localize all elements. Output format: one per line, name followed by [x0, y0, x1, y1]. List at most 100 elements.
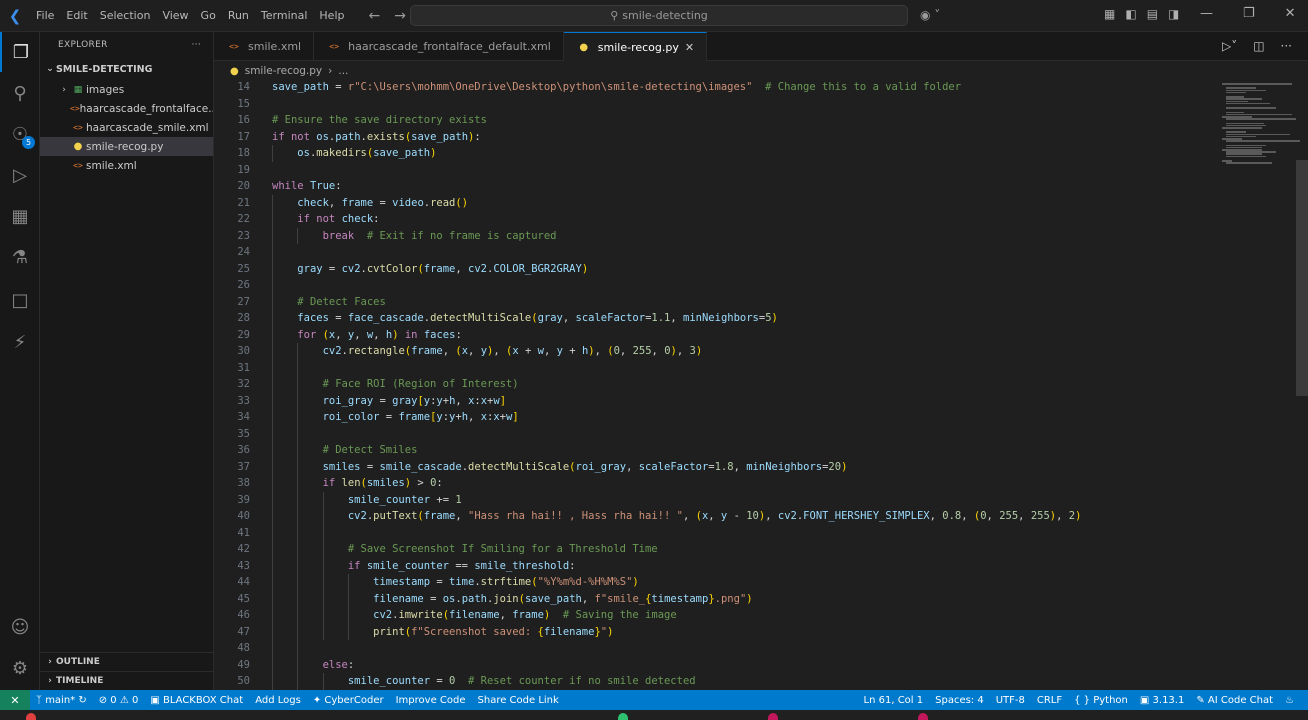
back-arrow-icon[interactable]: ←: [368, 8, 380, 24]
menu-run[interactable]: Run: [222, 9, 255, 22]
code-line[interactable]: 24: [214, 244, 1214, 261]
menu-help[interactable]: Help: [313, 9, 350, 22]
split-editor-icon[interactable]: ◫: [1253, 39, 1264, 53]
toggle-secondary-sidebar-icon[interactable]: ◨: [1168, 7, 1179, 21]
taskbar-app-icon[interactable]: [26, 713, 36, 720]
tab-haarcascade-frontalface[interactable]: <> haarcascade_frontalface_default.xml: [314, 32, 564, 61]
code-line[interactable]: 35: [214, 426, 1214, 443]
code-line[interactable]: 30 cv2.rectangle(frame, (x, y), (x + w, …: [214, 343, 1214, 360]
tab-smile-xml[interactable]: <> smile.xml: [214, 32, 315, 61]
add-logs-button[interactable]: Add Logs: [249, 695, 307, 706]
tree-item-haarcascade-smile[interactable]: <> haarcascade_smile.xml: [40, 118, 213, 137]
taskbar-app-icon[interactable]: [768, 713, 778, 720]
taskbar-app-icon[interactable]: [618, 713, 628, 720]
menu-go[interactable]: Go: [195, 9, 222, 22]
menu-terminal[interactable]: Terminal: [255, 9, 314, 22]
close-window-icon[interactable]: ✕: [1285, 6, 1296, 21]
git-branch[interactable]: ᛉ main* ↻: [30, 695, 93, 706]
code-line[interactable]: 41: [214, 525, 1214, 542]
restore-icon[interactable]: ❐: [1243, 6, 1255, 21]
code-line[interactable]: 21 check, frame = video.read(): [214, 195, 1214, 212]
code-line[interactable]: 37 smiles = smile_cascade.detectMultiSca…: [214, 459, 1214, 476]
menu-file[interactable]: File: [30, 9, 60, 22]
minimize-icon[interactable]: —: [1200, 6, 1213, 21]
run-debug-icon[interactable]: ▷: [0, 155, 40, 195]
share-code-link-button[interactable]: Share Code Link: [472, 695, 565, 706]
code-line[interactable]: 50 smile_counter = 0 # Reset counter if …: [214, 673, 1214, 690]
customize-layout-icon[interactable]: ▦: [1104, 7, 1115, 21]
python-interpreter[interactable]: ▣ 3.13.1: [1134, 695, 1190, 706]
code-line[interactable]: 36 # Detect Smiles: [214, 442, 1214, 459]
code-line[interactable]: 48: [214, 640, 1214, 657]
run-file-icon[interactable]: ▷˅: [1222, 39, 1237, 53]
code-line[interactable]: 33 roi_gray = gray[y:y+h, x:x+w]: [214, 393, 1214, 410]
forward-arrow-icon[interactable]: →: [394, 8, 406, 24]
problems-indicator[interactable]: ⊘ 0 ⚠ 0: [93, 695, 145, 706]
menu-edit[interactable]: Edit: [60, 9, 93, 22]
breadcrumb-file[interactable]: smile-recog.py: [245, 65, 322, 77]
tree-item-smile-recog[interactable]: ● smile-recog.py: [40, 137, 213, 156]
manage-gear-icon[interactable]: ⚙: [0, 648, 40, 688]
improve-code-button[interactable]: Improve Code: [390, 695, 472, 706]
code-line[interactable]: 31: [214, 360, 1214, 377]
ai-code-chat-button[interactable]: ✎ AI Code Chat: [1190, 695, 1279, 706]
code-editor[interactable]: 14 save_path = r"C:\Users\mohmm\OneDrive\…: [214, 79, 1308, 690]
indentation[interactable]: Spaces: 4: [929, 695, 990, 706]
code-line[interactable]: 20 while True:: [214, 178, 1214, 195]
code-line[interactable]: 38 if len(smiles) > 0:: [214, 475, 1214, 492]
encoding[interactable]: UTF-8: [990, 695, 1031, 706]
code-line[interactable]: 47 print(f"Screenshot saved: {filename}"…: [214, 624, 1214, 641]
code-line[interactable]: 16 # Ensure the save directory exists: [214, 112, 1214, 129]
code-line[interactable]: 44 timestamp = time.strftime("%Y%m%d-%H%…: [214, 574, 1214, 591]
code-line[interactable]: 45 filename = os.path.join(save_path, f"…: [214, 591, 1214, 608]
code-line[interactable]: 29 for (x, y, w, h) in faces:: [214, 327, 1214, 344]
extensions-icon[interactable]: ▦: [0, 196, 40, 236]
cybercoder-button[interactable]: ✦ CyberCoder: [307, 695, 390, 706]
copilot-icon[interactable]: ◉ ˅: [920, 8, 940, 22]
code-line[interactable]: 22 if not check:: [214, 211, 1214, 228]
editor-scrollbar[interactable]: [1296, 160, 1308, 396]
command-center-search[interactable]: ⚲ smile-detecting: [410, 5, 908, 26]
code-line[interactable]: 17 if not os.path.exists(save_path):: [214, 129, 1214, 146]
blackbox-chat-button[interactable]: ▣ BLACKBOX Chat: [144, 695, 249, 706]
code-line[interactable]: 15: [214, 96, 1214, 113]
tree-item-haarcascade-frontalface[interactable]: <> haarcascade_frontalface...: [40, 99, 213, 118]
source-control-icon[interactable]: ☉ 5: [0, 114, 40, 154]
tree-item-images[interactable]: › ▦ images: [40, 80, 213, 99]
minimap[interactable]: [1218, 79, 1300, 169]
code-line[interactable]: 49 else:: [214, 657, 1214, 674]
menu-view[interactable]: View: [156, 9, 194, 22]
outline-section[interactable]: › OUTLINE: [40, 652, 214, 671]
cursor-position[interactable]: Ln 61, Col 1: [858, 695, 930, 706]
code-line[interactable]: 18 os.makedirs(save_path): [214, 145, 1214, 162]
blackbox-icon[interactable]: ⚡: [0, 322, 40, 362]
explorer-icon[interactable]: ❐: [0, 32, 40, 72]
code-line[interactable]: 28 faces = face_cascade.detectMultiScale…: [214, 310, 1214, 327]
toggle-sidebar-icon[interactable]: ◧: [1125, 7, 1136, 21]
accounts-icon[interactable]: ☺: [0, 607, 40, 647]
timeline-section[interactable]: › TIMELINE: [40, 671, 214, 690]
workspace-folder[interactable]: ⌄ SMILE-DETECTING: [40, 58, 213, 80]
tree-item-smile-xml[interactable]: <> smile.xml: [40, 156, 213, 175]
code-line[interactable]: 26: [214, 277, 1214, 294]
code-line[interactable]: 32 # Face ROI (Region of Interest): [214, 376, 1214, 393]
code-line[interactable]: 43 if smile_counter == smile_threshold:: [214, 558, 1214, 575]
notifications-bell-icon[interactable]: ♨: [1279, 695, 1300, 706]
remote-indicator-icon[interactable]: ✕: [0, 690, 30, 710]
code-line[interactable]: 42 # Save Screenshot If Smiling for a Th…: [214, 541, 1214, 558]
language-mode[interactable]: { } Python: [1068, 695, 1134, 706]
breadcrumb-rest[interactable]: ...: [338, 65, 348, 77]
testing-icon[interactable]: ⚗: [0, 237, 40, 277]
chat-icon[interactable]: □: [0, 280, 40, 320]
code-line[interactable]: 34 roi_color = frame[y:y+h, x:x+w]: [214, 409, 1214, 426]
search-activity-icon[interactable]: ⚲: [0, 73, 40, 113]
more-editor-actions-icon[interactable]: ···: [1281, 39, 1292, 53]
code-line[interactable]: 39 smile_counter += 1: [214, 492, 1214, 509]
close-tab-icon[interactable]: ✕: [685, 41, 694, 54]
tab-smile-recog[interactable]: ● smile-recog.py ✕: [563, 32, 708, 61]
code-line[interactable]: 40 cv2.putText(frame, "Hass rha hai!! , …: [214, 508, 1214, 525]
code-line[interactable]: 27 # Detect Faces: [214, 294, 1214, 311]
code-line[interactable]: 46 cv2.imwrite(filename, frame) # Saving…: [214, 607, 1214, 624]
code-line[interactable]: 14 save_path = r"C:\Users\mohmm\OneDrive\…: [214, 79, 1214, 96]
code-line[interactable]: 19: [214, 162, 1214, 179]
